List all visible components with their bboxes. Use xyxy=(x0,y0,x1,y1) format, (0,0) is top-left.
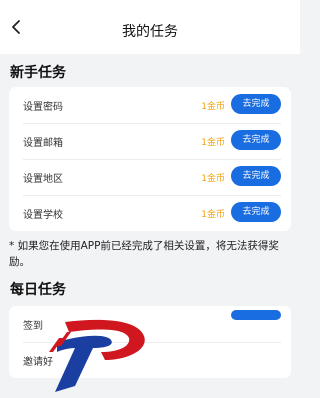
task-row-set-school: 设置学校 1金币 去完成 xyxy=(9,195,291,231)
newbie-task-card: 设置密码 1金币 去完成 设置邮箱 1金币 去完成 设置地区 1金币 去完成 设… xyxy=(9,87,291,231)
task-label: 签到 xyxy=(23,321,43,332)
task-row-set-password: 设置密码 1金币 去完成 xyxy=(9,87,291,123)
complete-button[interactable]: 去完成 xyxy=(231,130,281,150)
top-bar: 我的任务 xyxy=(0,0,300,54)
task-row-set-email: 设置邮箱 1金币 去完成 xyxy=(9,123,291,159)
newbie-section-title: 新手任务 xyxy=(10,65,66,81)
task-row-set-region: 设置地区 1金币 去完成 xyxy=(9,159,291,195)
complete-button[interactable] xyxy=(231,310,281,320)
task-label: 设置密码 xyxy=(23,102,63,113)
complete-button[interactable]: 去完成 xyxy=(231,166,281,186)
complete-button[interactable]: 去完成 xyxy=(231,94,281,114)
complete-button[interactable]: 去完成 xyxy=(231,202,281,222)
task-reward: 1金币 xyxy=(201,138,225,148)
page-title: 我的任务 xyxy=(122,24,178,40)
watermark-logo-icon xyxy=(49,319,145,392)
reward-note: * 如果您在使用APP前已经完成了相关设置，将无法获得奖励。 xyxy=(9,240,279,268)
task-label: 设置地区 xyxy=(23,174,63,185)
task-label: 设置邮箱 xyxy=(23,138,63,149)
task-reward: 1金币 xyxy=(201,210,225,220)
daily-section-title: 每日任务 xyxy=(10,282,66,298)
task-reward: 1金币 xyxy=(201,174,225,184)
task-reward: 1金币 xyxy=(201,102,225,112)
task-label: 设置学校 xyxy=(23,210,63,221)
